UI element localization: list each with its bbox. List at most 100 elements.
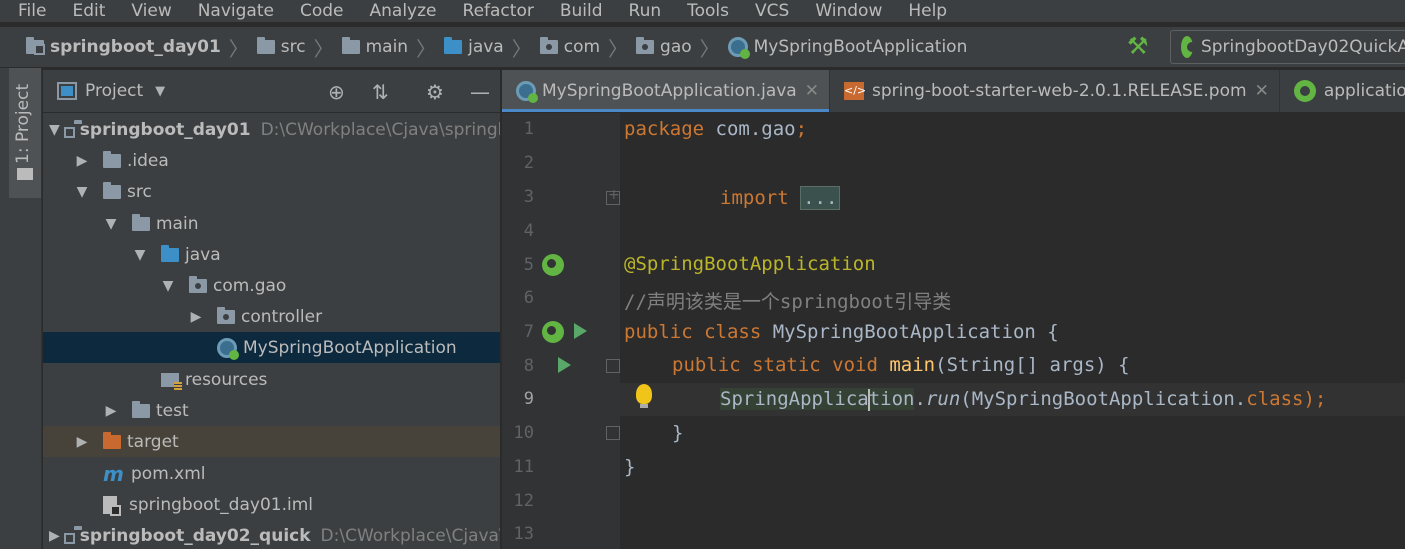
tab-label: spring-boot-starter-web-2.0.1.RELEASE.po… bbox=[871, 81, 1247, 101]
tree-node-myspringbootapplication[interactable]: MySpringBootApplication bbox=[43, 332, 500, 363]
menu-navigate[interactable]: Navigate bbox=[180, 1, 282, 21]
breadcrumb-class[interactable]: MySpringBootApplication bbox=[727, 37, 968, 59]
tree-node-test[interactable]: ▶ test bbox=[43, 395, 500, 426]
breadcrumb-main[interactable]: main 〉 bbox=[341, 33, 444, 62]
folder-icon bbox=[256, 37, 275, 54]
menu-edit[interactable]: Edit bbox=[54, 1, 113, 21]
editor-tabs: MySpringBootApplication.java ✕ </> sprin… bbox=[502, 70, 1405, 112]
expanded-arrow-icon[interactable]: ▼ bbox=[49, 122, 60, 138]
tab-label: MySpringBootApplication.java bbox=[542, 81, 797, 101]
tab-myspringbootapplication-java[interactable]: MySpringBootApplication.java ✕ bbox=[502, 70, 830, 112]
run-icon[interactable] bbox=[574, 323, 587, 339]
tab-spring-boot-starter-web-pom[interactable]: </> spring-boot-starter-web-2.0.1.RELEAS… bbox=[830, 70, 1280, 112]
tree-node-target[interactable]: ▶ target bbox=[43, 426, 500, 457]
tree-node-src[interactable]: ▼ src bbox=[43, 176, 500, 207]
highlighted-identifier: SpringApplication bbox=[720, 388, 915, 411]
close-icon[interactable]: ✕ bbox=[1255, 81, 1269, 101]
menu-refactor[interactable]: Refactor bbox=[445, 1, 542, 21]
menu-build[interactable]: Build bbox=[542, 1, 611, 21]
breadcrumb-label: gao bbox=[660, 37, 692, 57]
collapsed-arrow-icon[interactable]: ▶ bbox=[75, 434, 89, 450]
fold-collapse-icon[interactable] bbox=[606, 359, 620, 373]
expanded-arrow-icon[interactable]: ▼ bbox=[104, 216, 118, 232]
folder-icon bbox=[103, 181, 121, 199]
breadcrumb-src[interactable]: src 〉 bbox=[256, 33, 342, 62]
build-hammer-icon[interactable]: ⚒ bbox=[1127, 34, 1153, 58]
lightbulb-icon[interactable] bbox=[636, 384, 652, 408]
spring-bean-icon[interactable] bbox=[542, 254, 564, 276]
folder-icon bbox=[103, 150, 121, 168]
code-line: SpringApplication.run(MySpringBootApplic… bbox=[720, 388, 1326, 411]
tree-node-springboot-day01[interactable]: ▼ springboot_day01 D:\CWorkplace\Cjava\s… bbox=[43, 114, 500, 145]
tree-node-iml[interactable]: springboot_day01.iml bbox=[43, 489, 500, 520]
chevron-right-icon: 〉 bbox=[511, 36, 532, 61]
menu-window[interactable]: Window bbox=[797, 1, 890, 21]
spring-bean-icon[interactable] bbox=[542, 321, 564, 343]
menu-run[interactable]: Run bbox=[611, 1, 670, 21]
tree-node-controller[interactable]: ▶ controller bbox=[43, 301, 500, 332]
source-folder-icon bbox=[161, 244, 179, 262]
tree-node-resources[interactable]: resources bbox=[43, 364, 500, 395]
close-icon[interactable]: ✕ bbox=[805, 81, 819, 101]
keyword: import bbox=[720, 187, 789, 209]
breadcrumb-project[interactable]: springboot_day01 〉 bbox=[26, 33, 257, 62]
menu-analyze[interactable]: Analyze bbox=[352, 1, 445, 21]
code-line: } bbox=[624, 456, 636, 478]
expanded-arrow-icon[interactable]: ▼ bbox=[161, 278, 175, 294]
expanded-arrow-icon[interactable]: ▼ bbox=[75, 184, 89, 200]
project-tree: ▼ springboot_day01 D:\CWorkplace\Cjava\s… bbox=[43, 113, 500, 549]
tree-node-label: main bbox=[156, 213, 199, 234]
tree-node-path: D:\CWorkplace\Cjava\s bbox=[320, 525, 500, 546]
line-number: 9 bbox=[523, 389, 534, 409]
expanded-arrow-icon[interactable]: ▼ bbox=[133, 247, 147, 263]
tree-node-springboot-day02-quick[interactable]: ▶ springboot_day02_quick D:\CWorkplace\C… bbox=[43, 520, 500, 549]
line-number: 2 bbox=[523, 153, 534, 173]
breadcrumb-gao[interactable]: gao 〉 bbox=[636, 33, 728, 62]
menu-file[interactable]: File bbox=[0, 1, 54, 21]
tree-node-com-gao[interactable]: ▼ com.gao bbox=[43, 270, 500, 301]
tree-node-idea[interactable]: ▶ .idea bbox=[43, 145, 500, 176]
breadcrumb-java[interactable]: java 〉 bbox=[444, 33, 540, 62]
menu-vcs[interactable]: VCS bbox=[737, 1, 797, 21]
breadcrumb-com[interactable]: com 〉 bbox=[539, 33, 636, 62]
project-view-select[interactable]: Project bbox=[85, 81, 143, 101]
collapsed-arrow-icon[interactable]: ▶ bbox=[49, 528, 60, 544]
folded-imports[interactable]: ... bbox=[800, 186, 841, 210]
hide-icon[interactable]: — bbox=[470, 80, 490, 104]
package-icon bbox=[189, 275, 207, 293]
chevron-down-icon[interactable]: ▼ bbox=[155, 84, 165, 99]
collapsed-arrow-icon[interactable]: ▶ bbox=[189, 309, 203, 325]
menu-tools[interactable]: Tools bbox=[669, 1, 737, 21]
tree-node-path: D:\CWorkplace\Cjava\springbo bbox=[260, 119, 500, 140]
breadcrumb-label: src bbox=[280, 37, 306, 57]
excluded-folder-icon bbox=[103, 431, 121, 449]
collapsed-arrow-icon[interactable]: ▶ bbox=[75, 153, 89, 169]
code-line: //声明该类是一个springboot引导类 bbox=[624, 291, 952, 313]
tree-node-pom-xml[interactable]: m pom.xml bbox=[43, 458, 500, 489]
code-line: import ... bbox=[720, 186, 841, 210]
locate-icon[interactable]: ⊕ bbox=[328, 80, 345, 104]
tree-node-label: resources bbox=[185, 369, 268, 390]
collapse-all-icon[interactable]: ⇅ bbox=[372, 80, 389, 104]
tab-label: application. bbox=[1323, 81, 1405, 101]
line-number: 5 bbox=[523, 255, 534, 275]
folder-icon bbox=[132, 213, 150, 231]
menu-code[interactable]: Code bbox=[282, 1, 352, 21]
code-text: SpringApplica bbox=[720, 388, 869, 410]
run-configuration-select[interactable]: SpringbootDay02QuickA bbox=[1170, 30, 1405, 64]
fold-expand-icon[interactable] bbox=[606, 187, 620, 205]
menu-view[interactable]: View bbox=[113, 1, 179, 21]
menu-help[interactable]: Help bbox=[890, 1, 955, 21]
run-icon[interactable] bbox=[558, 357, 571, 373]
chevron-right-icon: 〉 bbox=[699, 36, 720, 61]
collapsed-arrow-icon[interactable]: ▶ bbox=[104, 403, 118, 419]
breadcrumb-label: MySpringBootApplication bbox=[753, 37, 968, 57]
project-tool-window-tab[interactable]: 1: Project bbox=[9, 68, 41, 198]
fold-collapse-icon[interactable] bbox=[606, 426, 620, 440]
tab-application[interactable]: application. bbox=[1280, 70, 1405, 112]
tree-node-main[interactable]: ▼ main bbox=[43, 208, 500, 239]
keyword: public class bbox=[624, 321, 762, 343]
gear-icon[interactable]: ⚙ bbox=[426, 80, 444, 104]
tree-node-java[interactable]: ▼ java bbox=[43, 239, 500, 270]
method-name: main bbox=[889, 354, 936, 376]
